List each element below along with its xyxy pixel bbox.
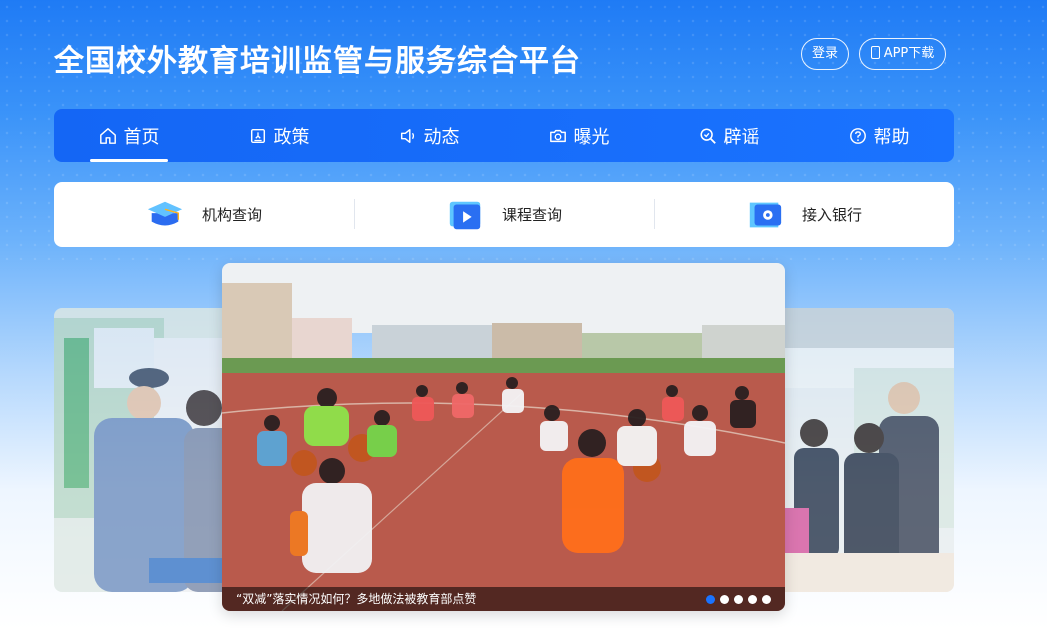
nav-item-rumor[interactable]: 辟谣 [654,109,804,162]
search-check-icon [699,127,716,144]
quick-item-label: 课程查询 [501,206,562,224]
carousel-dot[interactable] [720,595,729,604]
nav-item-label: 辟谣 [723,126,760,148]
nav-item-label: 曝光 [573,126,610,148]
nav-item-policy[interactable]: 政策 [204,109,354,162]
app-download-button[interactable]: APP下载 [859,38,946,70]
nav-item-exposure[interactable]: 曝光 [504,109,654,162]
nav-item-label: 首页 [123,126,160,148]
carousel-dot[interactable] [706,595,715,604]
nav-item-label: 动态 [423,126,460,148]
nav-item-help[interactable]: 帮助 [804,109,954,162]
carousel-caption[interactable]: “双减”落实情况如何？多地做法被教育部点赞 [222,587,785,611]
nav-item-label: 帮助 [873,126,910,148]
site-title: 全国校外教育培训监管与服务综合平台 [54,44,581,79]
quick-item-bank-access[interactable]: 接入银行 [654,182,954,247]
carousel-indicators [706,595,771,604]
nav-item-home[interactable]: 首页 [54,109,204,162]
nav-item-news[interactable]: 动态 [354,109,504,162]
carousel-dot[interactable] [748,595,757,604]
main-nav: 首页 政策 动态 曝光 辟谣 帮助 [54,109,954,162]
megaphone-icon [400,128,414,143]
carousel-dot[interactable] [762,595,771,604]
video-play-icon [449,201,481,229]
policy-icon [250,128,265,143]
app-download-label: APP下载 [883,46,935,61]
quick-item-course-search[interactable]: 课程查询 [354,182,654,247]
quick-item-label: 接入银行 [801,206,862,224]
login-button[interactable]: 登录 [801,38,849,70]
graduation-cap-icon [147,201,183,225]
camera-icon [549,129,566,142]
header: 全国校外教育培训监管与服务综合平台 登录 APP下载 [54,32,947,79]
quick-item-institution-search[interactable]: 机构查询 [54,182,354,247]
carousel-active-slide[interactable]: “双减”落实情况如何？多地做法被教育部点赞 [222,263,785,611]
help-icon [849,127,866,144]
home-icon [99,127,116,144]
bank-card-icon [749,202,782,227]
quick-item-label: 机构查询 [201,206,262,224]
quick-access-bar: 机构查询 课程查询 接入银行 [54,182,954,247]
nav-item-label: 政策 [273,126,310,148]
phone-icon [870,46,880,59]
carousel-dot[interactable] [734,595,743,604]
basketball-practice-photo [222,263,785,611]
